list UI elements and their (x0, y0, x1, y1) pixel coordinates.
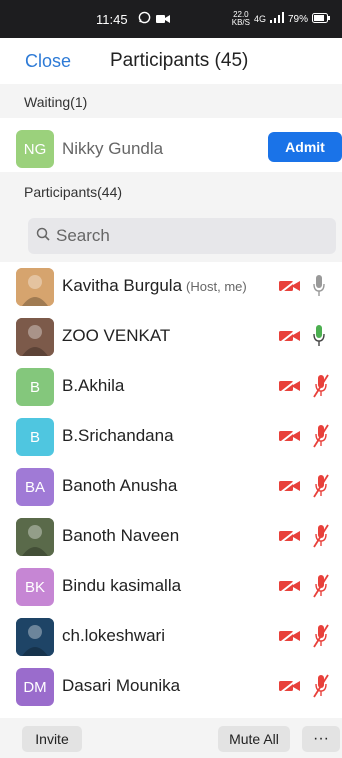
more-options-button[interactable]: ··· (302, 726, 340, 752)
participant-more-icon[interactable]: ⋮ (336, 328, 342, 345)
video-status-icon (156, 11, 170, 29)
avatar: B (16, 418, 54, 456)
battery-icon (312, 12, 330, 26)
mic-muted-icon (312, 423, 330, 454)
mic-muted-icon (312, 573, 330, 604)
search-icon (36, 227, 50, 246)
participant-name: Kavitha Burgula (Host, me) (62, 276, 247, 296)
participant-row[interactable]: BK Bindu kasimalla ⋮ (0, 562, 342, 612)
participant-more-icon[interactable]: ⋮ (336, 628, 342, 645)
participant-more-icon[interactable]: ⋮ (336, 278, 342, 295)
mic-muted-icon (312, 673, 330, 704)
participant-name-text: B.Srichandana (62, 426, 174, 445)
search-input[interactable] (56, 226, 306, 246)
whatsapp-icon (138, 11, 151, 29)
mic-muted-icon (312, 373, 330, 404)
video-off-icon (278, 278, 302, 299)
participant-name-text: Banoth Anusha (62, 476, 178, 495)
avatar-photo (16, 318, 54, 356)
participant-name: Banoth Naveen (62, 526, 179, 546)
participant-row[interactable]: Banoth Naveen ⋮ (0, 512, 342, 562)
battery-percent: 79% (287, 13, 308, 25)
page-title: Participants (45) (110, 50, 249, 71)
participant-more-icon[interactable]: ⋮ (336, 478, 342, 495)
participant-name: B.Srichandana (62, 426, 174, 446)
video-off-icon (278, 378, 302, 399)
avatar: DM (16, 668, 54, 706)
avatar: BK (16, 568, 54, 606)
participant-name: ch.lokeshwari (62, 626, 165, 646)
participant-row[interactable]: B B.Akhila ⋮ (0, 362, 342, 412)
participant-name: B.Akhila (62, 376, 124, 396)
participant-role: (Host, me) (186, 279, 247, 294)
video-off-icon (278, 328, 302, 349)
participant-row[interactable]: B B.Srichandana ⋮ (0, 412, 342, 462)
video-off-icon (278, 478, 302, 499)
participant-name-text: Dasari Mounika (62, 676, 181, 695)
avatar: BA (16, 468, 54, 506)
close-button[interactable]: Close (25, 51, 71, 72)
participant-more-icon[interactable]: ⋮ (336, 378, 342, 395)
participant-name-text: Banoth Naveen (62, 526, 180, 545)
participant-name-text: B.Akhila (62, 376, 125, 395)
participant-name-text: ZOO VENKAT (62, 326, 171, 345)
participant-row[interactable]: ch.lokeshwari ⋮ (0, 612, 342, 662)
waiting-person-name: Nikky Gundla (62, 139, 164, 158)
avatar: B (16, 368, 54, 406)
bottom-toolbar: Invite Mute All ··· (0, 718, 342, 758)
header: Close Participants (45) (0, 38, 342, 84)
mic-muted-icon (312, 273, 326, 304)
avatar: NG (16, 130, 54, 168)
participant-row[interactable]: Kavitha Burgula(Host, me) ⋮ (0, 262, 342, 312)
participant-list: Kavitha Burgula(Host, me) ⋮ ZOO VENKAT ⋮ B B.… (0, 262, 342, 712)
video-off-icon (278, 428, 302, 449)
admit-button[interactable]: Admit (268, 132, 342, 162)
participant-more-icon[interactable]: ⋮ (336, 578, 342, 595)
participant-row[interactable]: DM Dasari Mounika ⋮ (0, 662, 342, 712)
search-container (0, 208, 342, 262)
avatar-photo (16, 268, 54, 306)
participant-name-text: Kavitha Burgula (62, 276, 183, 295)
participant-name: ZOO VENKAT (62, 326, 170, 346)
waiting-list-item: NG Nikky Gundla Admit (0, 120, 342, 172)
participant-row[interactable]: ZOO VENKAT ⋮ (0, 312, 342, 362)
participant-name: Dasari Mounika (62, 676, 180, 696)
status-time: 11:45 (96, 12, 128, 27)
avatar-photo (16, 518, 54, 556)
participant-name-text: Bindu kasimalla (62, 576, 182, 595)
participant-name-text: ch.lokeshwari (62, 626, 165, 645)
avatar-photo (16, 618, 54, 656)
network-label: 4G (253, 14, 266, 24)
video-off-icon (278, 578, 302, 599)
video-off-icon (278, 528, 302, 549)
status-bar: 11:45 22.0 KB/S 4G 79% (0, 0, 342, 38)
video-off-icon (278, 628, 302, 649)
video-off-icon (278, 678, 302, 699)
signal-icon (269, 12, 284, 26)
participants-section-heading: Participants(44) (0, 172, 342, 208)
participant-row[interactable]: BA Banoth Anusha ⋮ (0, 462, 342, 512)
participant-more-icon[interactable]: ⋮ (336, 528, 342, 545)
participant-name: Bindu kasimalla (62, 576, 181, 596)
search-box[interactable] (28, 218, 336, 254)
participant-more-icon[interactable]: ⋮ (336, 428, 342, 445)
invite-button[interactable]: Invite (22, 726, 82, 752)
participant-more-icon[interactable]: ⋮ (336, 678, 342, 695)
participant-name: Banoth Anusha (62, 476, 177, 496)
waiting-section-heading: Waiting(1) (0, 84, 342, 118)
mic-on-icon (312, 323, 326, 354)
mute-all-button[interactable]: Mute All (218, 726, 290, 752)
net-speed: 22.0 KB/S (231, 10, 250, 27)
mic-muted-icon (312, 523, 330, 554)
mic-muted-icon (312, 623, 330, 654)
mic-muted-icon (312, 473, 330, 504)
